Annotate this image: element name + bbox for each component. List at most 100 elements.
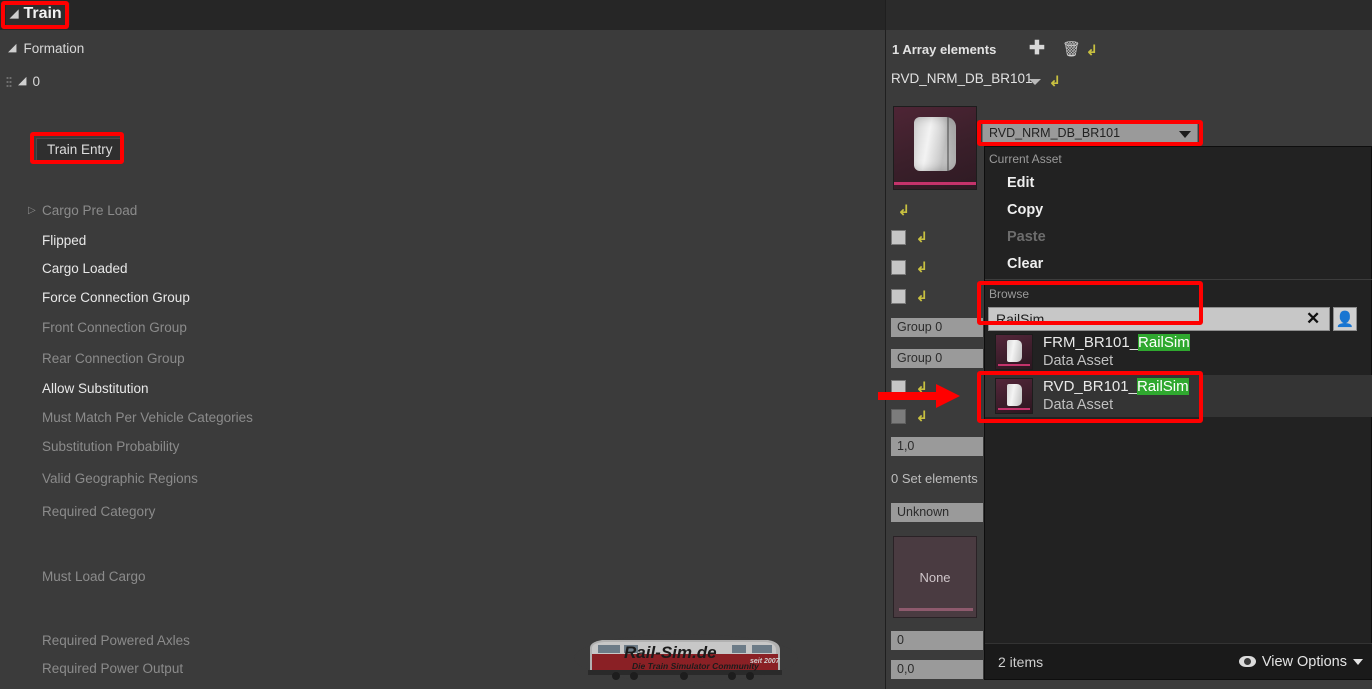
menu-separator [985, 279, 1372, 280]
drag-handle-icon[interactable] [6, 74, 12, 89]
menu-item-clear[interactable]: Clear [985, 250, 1372, 277]
data-asset-icon [914, 117, 956, 171]
revert-array-button[interactable]: ↲ [1086, 42, 1098, 58]
asset-thumbnail[interactable] [893, 106, 977, 190]
property-label: Front Connection Group [42, 320, 187, 335]
asset-type-strip [998, 364, 1030, 366]
array-element-name: RVD_NRM_DB_BR101 [891, 71, 1033, 86]
property-label: Substitution Probability [42, 439, 180, 454]
property-label: Required Powered Axles [42, 633, 190, 648]
watermark-brand: Rail-Sim.de [624, 643, 717, 662]
revert-property-button[interactable]: ↲ [916, 229, 928, 245]
asset-result-text: FRM_BR101_RailSim Data Asset [1043, 334, 1190, 370]
property-label: Allow Substitution [42, 381, 149, 396]
menu-section-browse: Browse [989, 287, 1030, 301]
menu-item-edit[interactable]: Edit [985, 169, 1372, 196]
property-value-field[interactable]: Group 0 [891, 318, 983, 337]
revert-property-button[interactable]: ↲ [916, 259, 928, 275]
asset-result-row[interactable]: RVD_BR101_RailSim Data Asset [985, 375, 1372, 417]
asset-name-match-highlight: RailSim [1136, 378, 1189, 395]
close-x-icon[interactable]: ✕ [1306, 309, 1320, 329]
revert-property-button[interactable]: ↲ [898, 202, 910, 218]
eye-icon [1238, 656, 1256, 667]
add-array-element-button[interactable]: ✚ [1029, 39, 1045, 58]
array-element-row-0[interactable]: ◢ 0 [6, 74, 40, 89]
section-header-formation[interactable]: ◢ Formation [8, 41, 84, 56]
chevron-down-icon [1353, 658, 1363, 665]
property-value-field[interactable]: 0,0 [891, 660, 983, 679]
property-label: Valid Geographic Regions [42, 471, 198, 486]
property-label: Required Category [42, 504, 156, 519]
property-label: Flipped [42, 233, 87, 248]
rail-sim-watermark: Rail-Sim.de Die Train Simulator Communit… [572, 628, 800, 684]
asset-search-value: RailSim [996, 311, 1045, 327]
revert-property-button[interactable]: ↲ [916, 379, 928, 395]
asset-result-name: FRM_BR101_RailSim [1043, 334, 1190, 352]
property-label: Cargo Pre Load [42, 203, 138, 218]
property-checkbox[interactable] [891, 260, 906, 275]
property-value-field[interactable]: Group 0 [891, 349, 983, 368]
triangle-down-icon: ◢ [18, 75, 27, 87]
menu-section-current-asset: Current Asset [989, 152, 1062, 166]
menu-item-copy[interactable]: Copy [985, 196, 1372, 223]
property-label: Required Power Output [42, 661, 184, 676]
asset-picker-value: RVD_NRM_DB_BR101 [989, 126, 1121, 140]
asset-picker-combo[interactable]: RVD_NRM_DB_BR101 [982, 123, 1198, 143]
property-checkbox[interactable] [891, 380, 906, 395]
data-asset-icon [995, 378, 1033, 414]
property-checkbox[interactable] [891, 409, 906, 424]
asset-result-type: Data Asset [1043, 397, 1114, 413]
triangle-right-icon[interactable]: ▷ [28, 205, 36, 216]
delete-array-button[interactable]: 🗑 [1062, 42, 1081, 58]
asset-search-input[interactable]: RailSim [988, 307, 1330, 331]
set-elements-count: 0 Set elements [891, 471, 978, 486]
menu-footer: 2 items View Options [985, 643, 1372, 679]
revert-property-button[interactable]: ↲ [916, 408, 928, 424]
locomotive-logo-icon: Rail-Sim.de Die Train Simulator Communit… [574, 634, 798, 682]
watermark-since: seit 2007 [750, 658, 781, 665]
triangle-down-icon: ◢ [8, 42, 17, 54]
asset-result-name: RVD_BR101_RailSim [1043, 378, 1189, 396]
watermark-tagline: Die Train Simulator Community [632, 661, 760, 671]
array-index-label: 0 [32, 74, 40, 89]
property-value-field[interactable]: 0 [891, 631, 983, 650]
user-icon: 👤 [1335, 310, 1355, 328]
none-label: None [919, 569, 951, 585]
property-checkbox[interactable] [891, 230, 906, 245]
asset-type-strip [998, 408, 1030, 410]
asset-result-type: Data Asset [1043, 353, 1114, 369]
menu-item-paste: Paste [1007, 228, 1046, 245]
chevron-down-icon[interactable] [1029, 79, 1041, 85]
revert-property-button[interactable]: ↲ [916, 288, 928, 304]
triangle-down-icon: ◢ [10, 7, 19, 20]
revert-element-button[interactable]: ↲ [1049, 73, 1061, 89]
user-filter-button[interactable]: 👤 [1333, 307, 1357, 331]
asset-type-strip [894, 182, 976, 185]
property-checkbox[interactable] [891, 289, 906, 304]
required-category-field[interactable]: Unknown [891, 503, 983, 522]
section-header-label: Formation [23, 41, 85, 56]
view-options-button[interactable]: View Options [1238, 653, 1363, 670]
train-entry-field[interactable]: Train Entry [36, 138, 124, 162]
view-options-label: View Options [1261, 653, 1347, 670]
asset-name-match-highlight: RailSim [1138, 334, 1190, 351]
asset-result-text: RVD_BR101_RailSim Data Asset [1043, 378, 1189, 414]
asset-picker-menu: Current Asset Edit Copy Paste Clear Browse … [984, 146, 1372, 680]
right-top-strip [886, 0, 1372, 30]
asset-search-row: RailSim ✕ 👤 [988, 307, 1370, 331]
category-header-train[interactable]: ◢ Train [6, 3, 70, 25]
data-asset-icon [995, 334, 1033, 370]
asset-result-row[interactable]: FRM_BR101_RailSim Data Asset [985, 331, 1372, 373]
property-label: Force Connection Group [42, 290, 190, 305]
property-label: Must Match Per Vehicle Categories [42, 410, 253, 425]
property-label: Cargo Loaded [42, 261, 128, 276]
asset-icon-body [1007, 340, 1022, 362]
property-label: Rear Connection Group [42, 351, 185, 366]
panel-divider [885, 0, 886, 689]
must-load-cargo-thumbnail[interactable]: None [893, 536, 977, 618]
app-root: ◢ Train ◢ Formation ◢ 0 Train Entry Carg… [0, 0, 1372, 689]
asset-name-prefix: FRM_BR101_ [1043, 334, 1139, 351]
left-top-strip [0, 0, 886, 30]
category-header-label: Train [23, 5, 62, 22]
property-value-field[interactable]: 1,0 [891, 437, 983, 456]
